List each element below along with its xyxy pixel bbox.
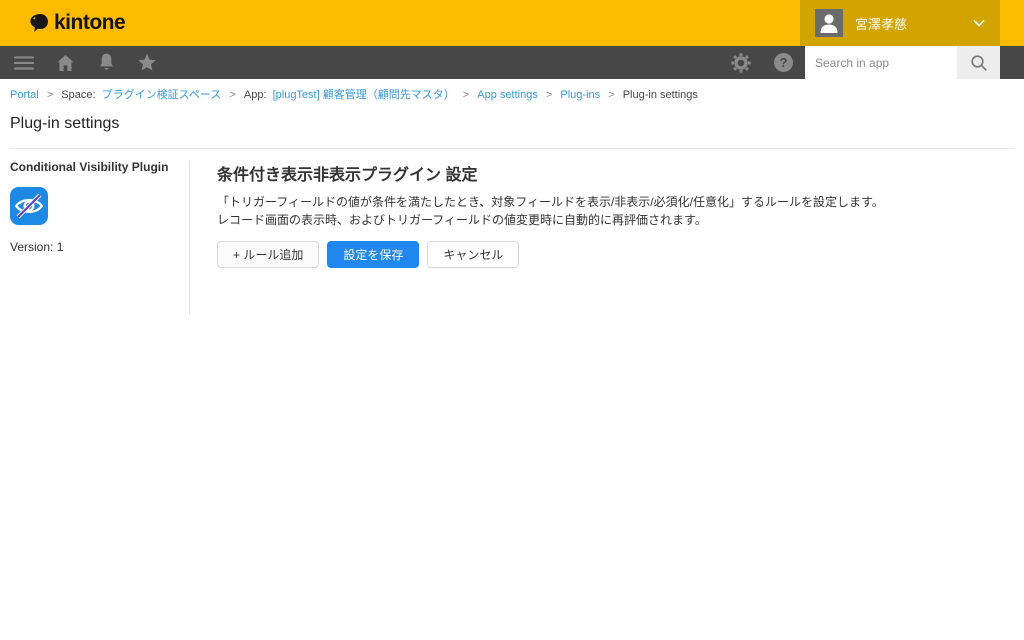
cancel-button[interactable]: キャンセル bbox=[427, 241, 520, 268]
toolbar-left bbox=[0, 53, 164, 73]
avatar bbox=[815, 9, 843, 37]
chevron-down-icon bbox=[973, 19, 985, 27]
toolbar: ? bbox=[0, 46, 1024, 79]
plugin-version: Version: 1 bbox=[10, 240, 64, 254]
search-input[interactable] bbox=[805, 46, 957, 79]
breadcrumb-separator: > bbox=[462, 89, 470, 101]
gear-icon[interactable] bbox=[731, 52, 751, 73]
add-rule-button[interactable]: + ルール追加 bbox=[217, 241, 320, 268]
breadcrumb-app-link[interactable]: [plugTest] 顧客管理（顧問先マスタ） bbox=[273, 89, 455, 101]
hamburger-icon[interactable] bbox=[14, 53, 34, 73]
breadcrumb: Portal > Space: プラグイン検証スペース > App: [plug… bbox=[0, 79, 1024, 102]
breadcrumb-separator: > bbox=[46, 89, 54, 101]
user-menu[interactable]: 宮澤孝慈 bbox=[800, 0, 1000, 46]
toolbar-right: ? bbox=[724, 46, 1024, 79]
save-settings-button[interactable]: 設定を保存 bbox=[327, 241, 420, 268]
kintone-bird-icon bbox=[30, 13, 48, 32]
breadcrumb-plugins-link[interactable]: Plug-ins bbox=[560, 89, 600, 101]
breadcrumb-app-prefix: App: bbox=[243, 89, 267, 101]
page-title: Plug-in settings bbox=[10, 115, 120, 132]
home-icon[interactable] bbox=[55, 53, 75, 73]
breadcrumb-separator: > bbox=[545, 89, 553, 101]
plugin-description-line2: レコード画面の表示時、およびトリガーフィールドの値変更時に自動的に再評価されます… bbox=[217, 212, 707, 227]
app-header: kintone 宮澤孝慈 bbox=[0, 0, 1024, 46]
plugin-description-line1: 「トリガーフィールドの値が条件を満たしたとき、対象フィールドを表示/非表示/必須… bbox=[217, 195, 884, 209]
plugin-settings-title: 条件付き表示非表示プラグイン 設定 bbox=[217, 167, 478, 184]
search-icon bbox=[970, 54, 987, 71]
plugin-settings-main: 条件付き表示非表示プラグイン 設定 「トリガーフィールドの値が条件を満たしたとき… bbox=[190, 157, 884, 314]
breadcrumb-separator: > bbox=[608, 89, 615, 101]
breadcrumb-portal[interactable]: Portal bbox=[10, 89, 39, 101]
breadcrumb-current: Plug-in settings bbox=[622, 89, 698, 101]
help-icon[interactable]: ? bbox=[774, 53, 793, 72]
user-name: 宮澤孝慈 bbox=[855, 16, 908, 32]
star-icon[interactable] bbox=[137, 53, 157, 73]
action-buttons: + ルール追加 設定を保存 キャンセル bbox=[217, 241, 884, 268]
logo-wordmark: kintone bbox=[54, 11, 126, 34]
plugin-name: Conditional Visibility Plugin bbox=[10, 160, 169, 174]
plugin-settings-content: Conditional Visibility Plugin Version: 1… bbox=[0, 149, 1024, 314]
breadcrumb-space-link[interactable]: プラグイン検証スペース bbox=[102, 89, 222, 101]
breadcrumb-space-prefix: Space: bbox=[61, 89, 96, 101]
eye-off-icon bbox=[10, 187, 48, 225]
app-search bbox=[805, 46, 1000, 79]
search-button[interactable] bbox=[957, 46, 1000, 79]
breadcrumb-app-settings-link[interactable]: App settings bbox=[477, 89, 538, 101]
bell-icon[interactable] bbox=[96, 53, 116, 73]
breadcrumb-separator: > bbox=[229, 89, 236, 101]
kintone-logo[interactable]: kintone bbox=[27, 11, 126, 35]
plugin-sidebar: Conditional Visibility Plugin Version: 1 bbox=[10, 157, 189, 314]
plugin-description: 「トリガーフィールドの値が条件を満たしたとき、対象フィールドを表示/非表示/必須… bbox=[217, 194, 884, 229]
